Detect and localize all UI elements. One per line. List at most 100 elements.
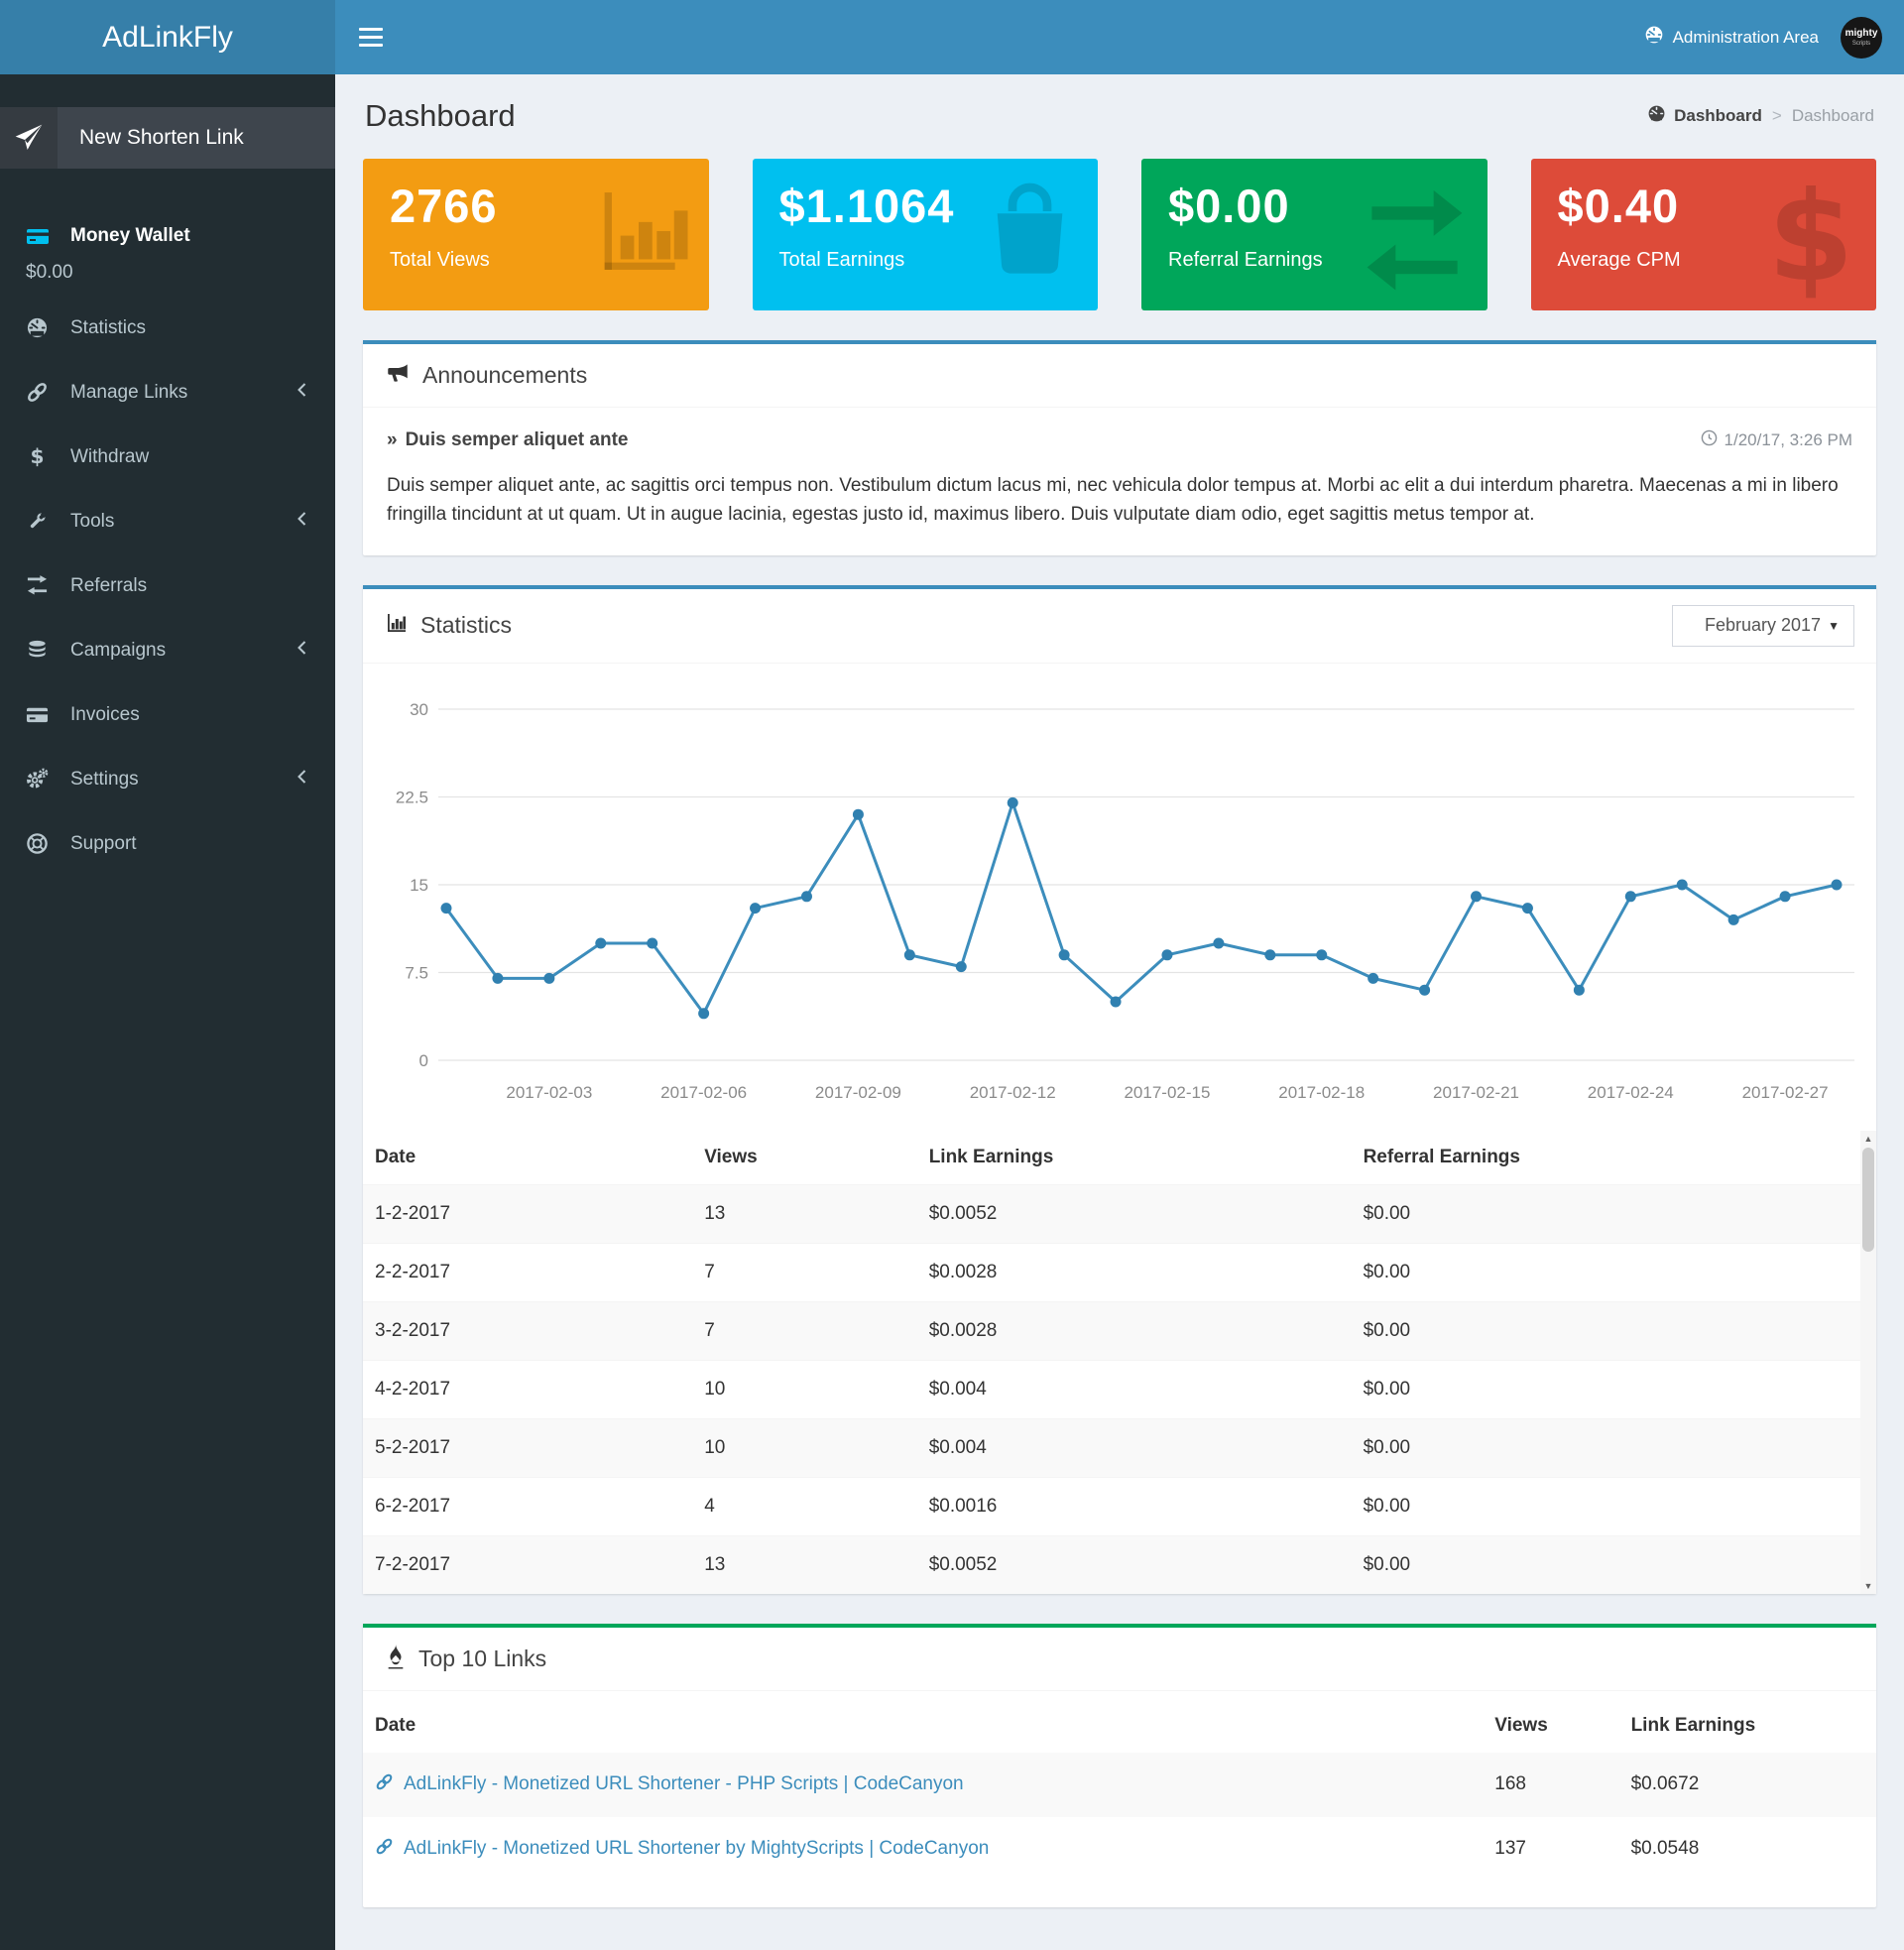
sidebar-item-settings[interactable]: Settings — [0, 747, 335, 811]
avatar-text-1: mighty — [1845, 29, 1878, 39]
sidebar-item-label: Withdraw — [70, 446, 149, 468]
announcements-panel: Announcements » Duis semper aliquet ante… — [363, 340, 1876, 555]
announcements-header: Announcements — [363, 344, 1876, 408]
gauge-icon — [1644, 25, 1664, 50]
top-links-table: Date Views Link Earnings AdLinkFly - Mo — [363, 1699, 1876, 1882]
column-header-referral-earnings: Referral Earnings — [1352, 1131, 1860, 1185]
life-ring-icon — [26, 832, 56, 855]
sidebar: New Shorten Link Money Wallet $0.00 Stat… — [0, 74, 335, 1950]
shopping-bag-icon — [978, 177, 1082, 286]
svg-text:2017-02-18: 2017-02-18 — [1278, 1083, 1365, 1102]
top-link-anchor[interactable]: AdLinkFly - Monetized URL Shortener by M… — [404, 1838, 989, 1860]
scrollbar-thumb[interactable] — [1862, 1148, 1874, 1252]
announcement-body: Duis semper aliquet ante, ac sagittis or… — [387, 471, 1852, 530]
top-link-row: AdLinkFly - Monetized URL Shortener by M… — [363, 1817, 1876, 1882]
sidebar-item-manage-links[interactable]: Manage Links — [0, 360, 335, 425]
money-wallet-label: Money Wallet — [70, 225, 190, 247]
statistics-chart: 07.51522.5302017-02-032017-02-062017-02-… — [363, 664, 1876, 1125]
content-header: Dashboard Dashboard > Dashboard — [335, 74, 1904, 134]
svg-text:2017-02-27: 2017-02-27 — [1742, 1083, 1829, 1102]
chevron-left-icon — [297, 511, 307, 533]
chevron-left-icon — [297, 769, 307, 791]
sidebar-item-label: Manage Links — [70, 382, 187, 404]
app-root: AdLinkFly Administration Area mighty Scr… — [0, 0, 1904, 1950]
svg-text:$: $ — [31, 445, 45, 468]
money-wallet-amount: $0.00 — [26, 256, 307, 294]
sidebar-item-statistics[interactable]: Statistics — [0, 296, 335, 360]
sidebar-item-campaigns[interactable]: Campaigns — [0, 618, 335, 682]
svg-text:30: 30 — [410, 700, 428, 719]
sidebar-toggle-button[interactable] — [335, 0, 407, 74]
month-selector[interactable]: February 2017 ▼ — [1672, 605, 1854, 647]
sidebar-item-support[interactable]: Support — [0, 811, 335, 876]
column-header-link-earnings: Link Earnings — [1619, 1699, 1876, 1753]
sidebar-item-label: Campaigns — [70, 640, 166, 662]
sidebar-item-tools[interactable]: Tools — [0, 489, 335, 553]
new-shorten-link-label: New Shorten Link — [58, 107, 335, 169]
svg-text:2017-02-06: 2017-02-06 — [660, 1083, 747, 1102]
column-header-date: Date — [363, 1699, 1483, 1753]
statistics-title: Statistics — [420, 612, 512, 639]
column-header-link-earnings: Link Earnings — [917, 1131, 1352, 1185]
column-header-views: Views — [692, 1131, 917, 1185]
new-shorten-link-button[interactable]: New Shorten Link — [0, 107, 335, 169]
table-row: 1-2-201713$0.0052$0.00 — [363, 1184, 1860, 1243]
navbar: Administration Area mighty Scripts — [335, 0, 1904, 74]
sidebar-item-label: Tools — [70, 511, 114, 533]
sidebar-item-label: Support — [70, 833, 137, 855]
page-title: Dashboard — [365, 98, 516, 134]
administration-area-link[interactable]: Administration Area — [1644, 25, 1819, 50]
top-link-earnings: $0.0548 — [1619, 1817, 1876, 1882]
caret-down-icon: ▼ — [1828, 619, 1840, 633]
top-link-views: 168 — [1483, 1753, 1618, 1817]
svg-text:7.5: 7.5 — [405, 963, 428, 982]
table-row: 6-2-20174$0.0016$0.00 — [363, 1477, 1860, 1535]
svg-text:2017-02-15: 2017-02-15 — [1124, 1083, 1210, 1102]
chain-link-icon — [375, 1772, 394, 1797]
paper-plane-icon — [0, 107, 58, 169]
exchange-arrows-icon — [26, 574, 56, 597]
top-link-row: AdLinkFly - Monetized URL Shortener - PH… — [363, 1753, 1876, 1817]
chain-link-icon — [375, 1837, 394, 1862]
dollar-icon: $ — [26, 445, 56, 468]
top-link-earnings: $0.0672 — [1619, 1753, 1876, 1817]
column-header-date: Date — [363, 1131, 692, 1185]
statistics-header: Statistics February 2017 ▼ — [363, 589, 1876, 664]
app-logo[interactable]: AdLinkFly — [0, 0, 335, 74]
dollar-icon: $ — [1761, 177, 1860, 305]
table-scrollbar[interactable]: ▲ ▼ — [1860, 1131, 1876, 1594]
svg-text:22.5: 22.5 — [396, 788, 428, 806]
credit-card-icon — [26, 703, 56, 726]
breadcrumb-root[interactable]: Dashboard — [1647, 104, 1762, 128]
administration-area-label: Administration Area — [1673, 28, 1819, 48]
svg-text:2017-02-12: 2017-02-12 — [970, 1083, 1056, 1102]
sidebar-item-label: Referrals — [70, 575, 147, 597]
sidebar-item-withdraw[interactable]: $ Withdraw — [0, 425, 335, 489]
scrollbar-down-arrow[interactable]: ▼ — [1860, 1578, 1876, 1594]
stat-card-average-cpm: $0.40 Average CPM $ — [1531, 159, 1877, 310]
svg-text:$: $ — [1768, 177, 1854, 301]
top-links-header: Top 10 Links — [363, 1628, 1876, 1691]
sidebar-item-invoices[interactable]: Invoices — [0, 682, 335, 747]
statistics-table-wrap: Date Views Link Earnings Referral Earnin… — [363, 1131, 1876, 1594]
stat-card-total-earnings: $1.1064 Total Earnings — [753, 159, 1099, 310]
navbar-right: Administration Area mighty Scripts — [1644, 17, 1904, 59]
scrollbar-up-arrow[interactable]: ▲ — [1860, 1131, 1876, 1147]
sidebar-item-label: Statistics — [70, 317, 146, 339]
avatar-text-2: Scripts — [1852, 41, 1870, 47]
announcement-item-title: » Duis semper aliquet ante — [387, 429, 628, 451]
top-links-panel: Top 10 Links Date Views Link Earnings — [363, 1624, 1876, 1907]
sidebar-item-label: Invoices — [70, 704, 140, 726]
stat-card-total-views: 2766 Total Views — [363, 159, 709, 310]
stat-card-referral-earnings: $0.00 Referral Earnings — [1141, 159, 1488, 310]
svg-text:0: 0 — [419, 1051, 428, 1070]
table-row: 7-2-201713$0.0052$0.00 — [363, 1535, 1860, 1594]
sidebar-item-money-wallet[interactable]: Money Wallet $0.00 — [0, 208, 335, 296]
user-avatar[interactable]: mighty Scripts — [1841, 17, 1882, 59]
top-link-anchor[interactable]: AdLinkFly - Monetized URL Shortener - PH… — [404, 1773, 964, 1795]
svg-text:15: 15 — [410, 876, 428, 895]
clock-icon — [1701, 429, 1718, 451]
sidebar-item-referrals[interactable]: Referrals — [0, 553, 335, 618]
statistics-table: Date Views Link Earnings Referral Earnin… — [363, 1131, 1860, 1594]
chevron-left-icon — [297, 640, 307, 662]
